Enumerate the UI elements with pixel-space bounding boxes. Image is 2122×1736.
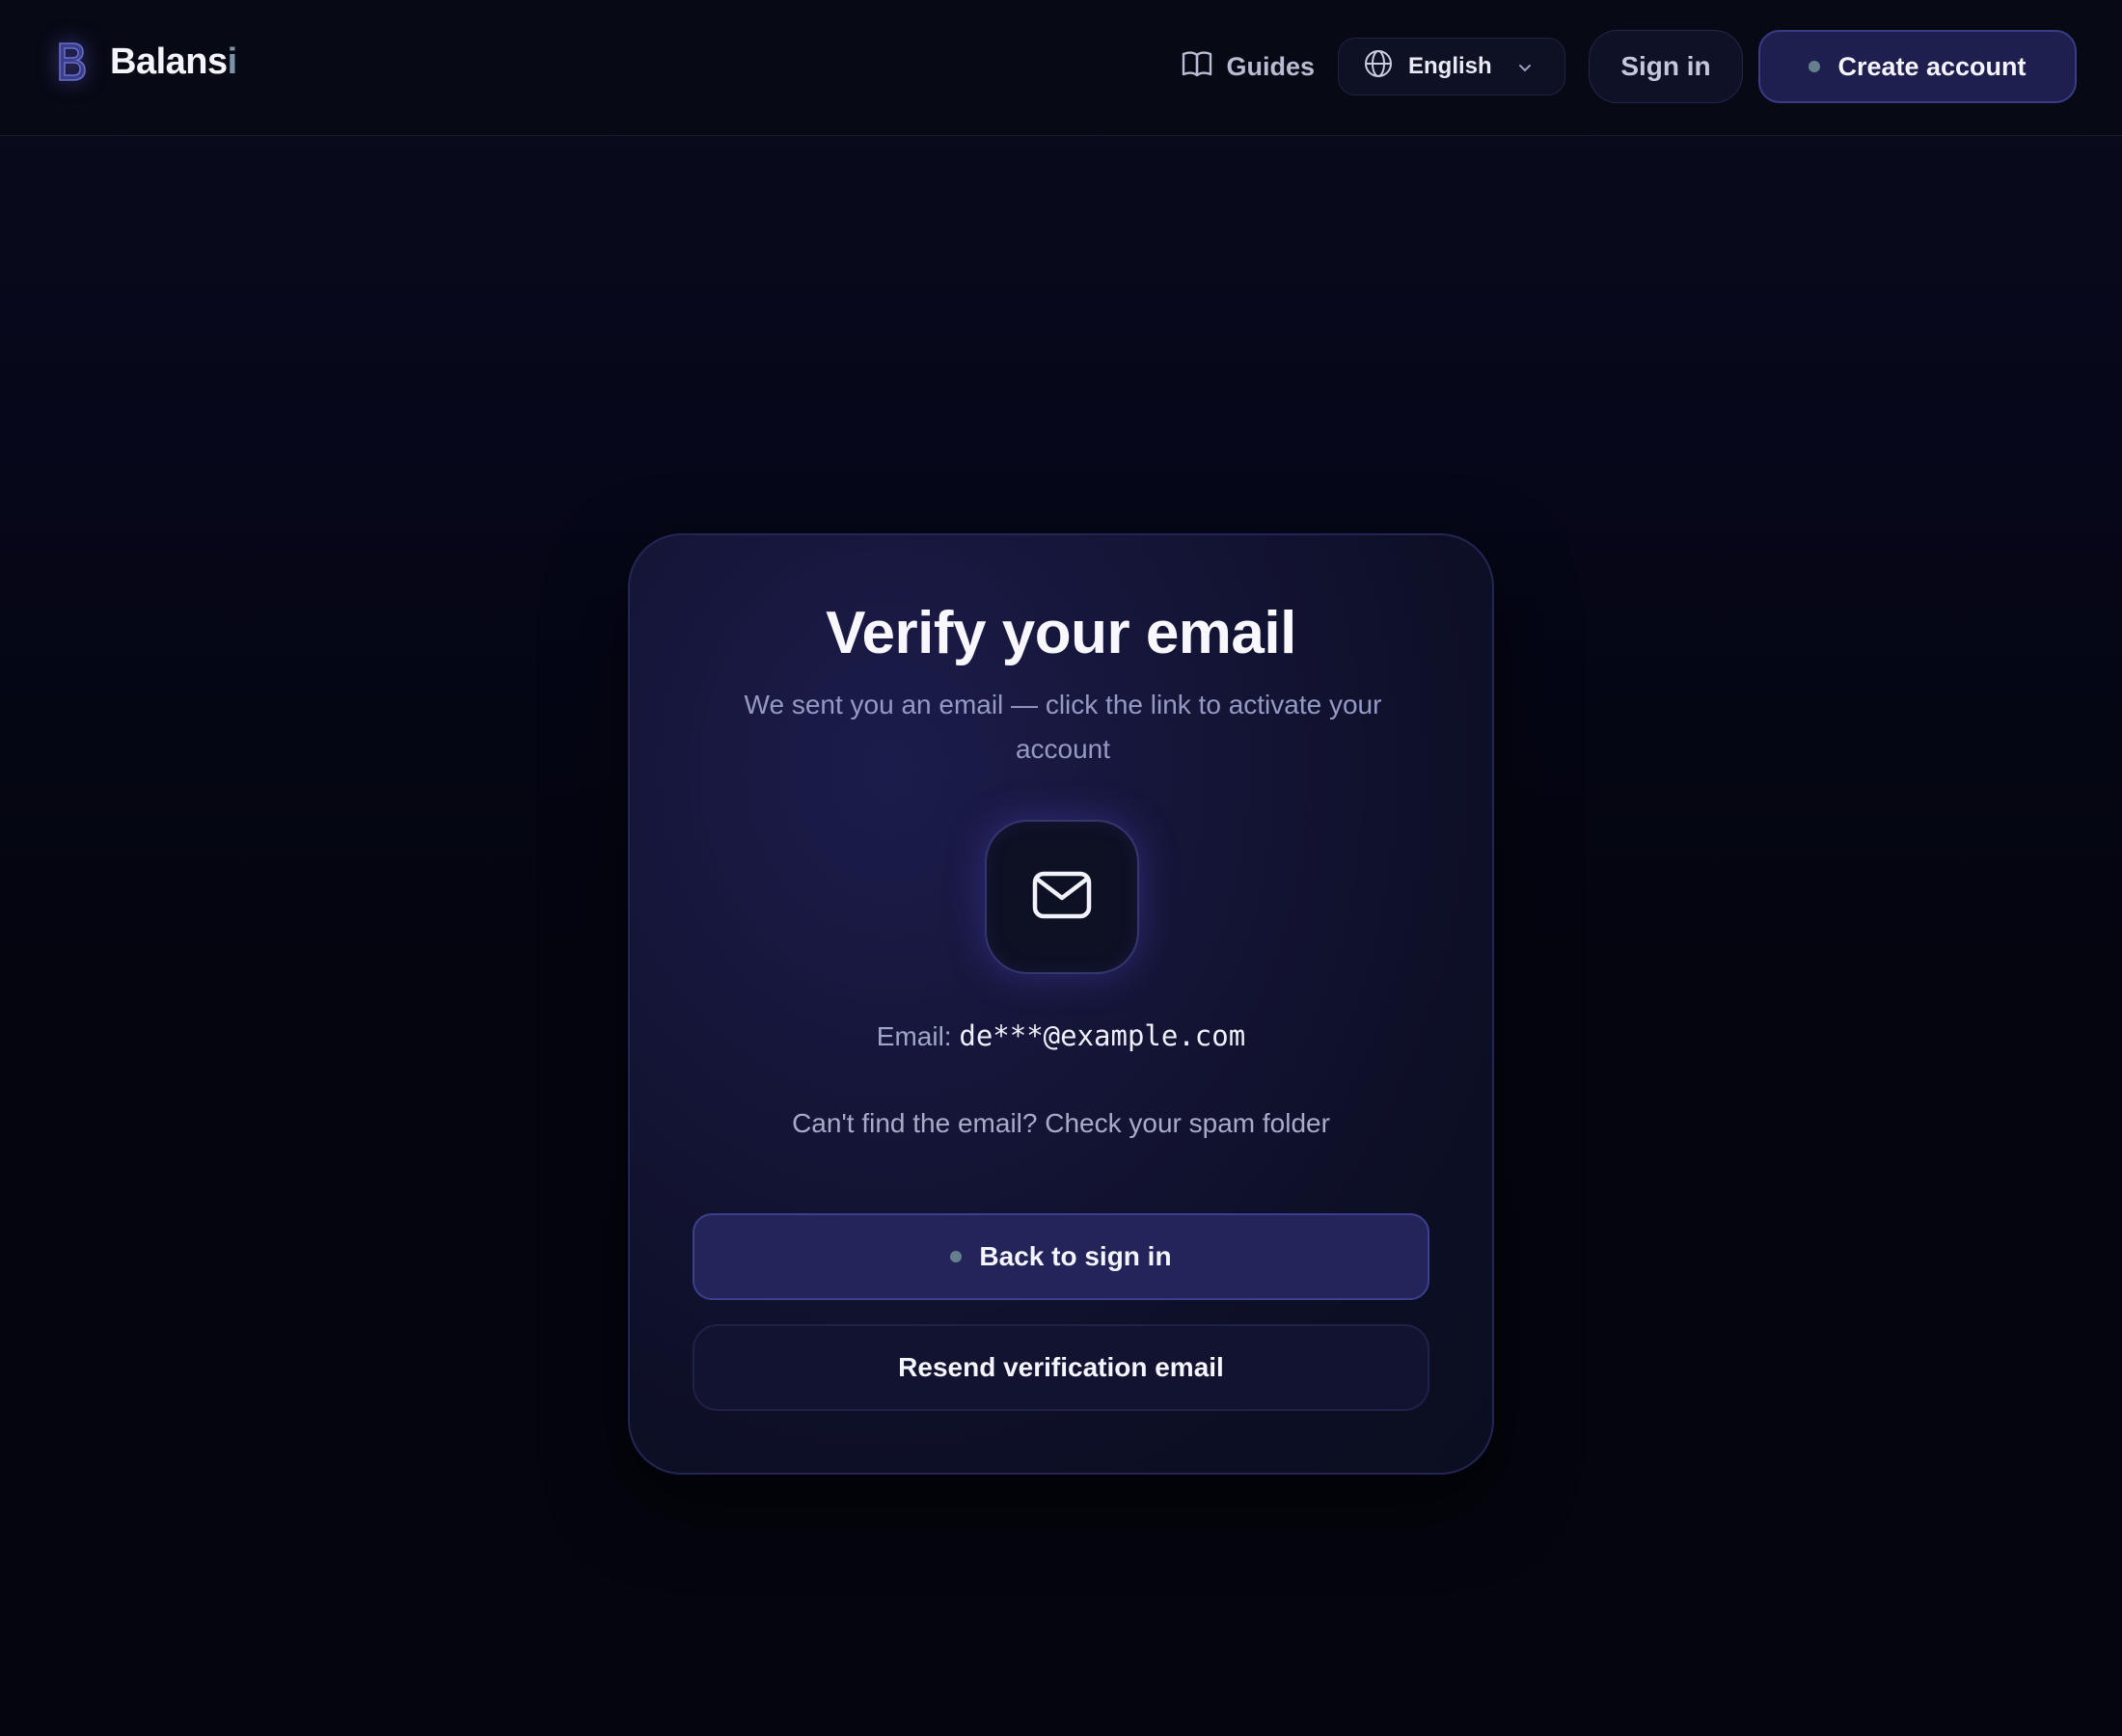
guides-link[interactable]: Guides bbox=[1182, 50, 1315, 84]
card-title: Verify your email bbox=[826, 600, 1296, 666]
globe-icon bbox=[1364, 49, 1393, 85]
header-nav: Guides English Sign in Create account bbox=[1182, 30, 2077, 103]
top-header: Balansi Guides English Sign in Create ac… bbox=[0, 0, 2122, 136]
spam-hint: Can't find the email? Check your spam fo… bbox=[792, 1108, 1330, 1138]
sign-in-button[interactable]: Sign in bbox=[1589, 30, 1743, 103]
brand-name: Balansi bbox=[110, 41, 237, 82]
language-value: English bbox=[1408, 53, 1492, 79]
page: Balansi Guides English Sign in Create ac… bbox=[0, 0, 2122, 1736]
create-account-label: Create account bbox=[1837, 51, 2027, 81]
card-subtitle: We sent you an email — click the link to… bbox=[744, 690, 1382, 764]
envelope-icon bbox=[1032, 871, 1092, 924]
resend-verification-button[interactable]: Resend verification email bbox=[693, 1324, 1429, 1411]
back-to-sign-in-button[interactable]: Back to sign in bbox=[693, 1213, 1429, 1300]
language-select[interactable]: English bbox=[1338, 38, 1565, 95]
guides-label: Guides bbox=[1226, 51, 1315, 81]
email-line: Email: de***@example.com bbox=[630, 1019, 1492, 1052]
dot-icon bbox=[950, 1251, 963, 1262]
mail-tile bbox=[985, 820, 1139, 974]
dot-icon bbox=[1809, 61, 1821, 72]
create-account-button[interactable]: Create account bbox=[1758, 30, 2077, 103]
chevron-down-icon bbox=[1517, 53, 1533, 80]
back-to-sign-in-label: Back to sign in bbox=[979, 1241, 1172, 1271]
letter-b-logo-icon bbox=[54, 37, 89, 87]
email-value: de***@example.com bbox=[959, 1019, 1246, 1052]
email-label: Email: bbox=[876, 1021, 952, 1051]
book-open-icon bbox=[1182, 50, 1212, 84]
brand[interactable]: Balansi bbox=[54, 35, 237, 89]
verify-email-card: Verify your email We sent you an email —… bbox=[628, 533, 1494, 1475]
